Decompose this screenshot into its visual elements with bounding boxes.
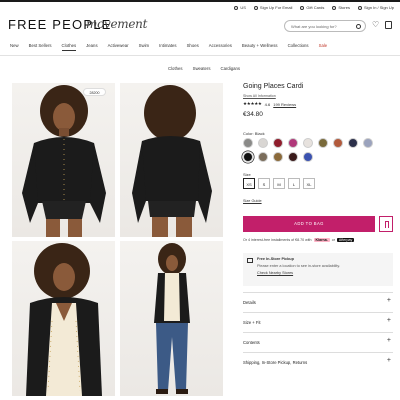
product-photo-front[interactable]: [12, 83, 115, 237]
nav-sale[interactable]: Sale: [319, 43, 328, 51]
installments-info: Or 4 interest-free installments of €8.70…: [243, 238, 355, 242]
search-icon[interactable]: [356, 23, 361, 29]
size-label: Size: [243, 172, 251, 177]
afterpay-logo[interactable]: Afterpay: [336, 238, 355, 242]
nav-best-sellers[interactable]: Best Sellers: [29, 43, 52, 51]
color-swatch[interactable]: [288, 138, 298, 148]
breadcrumb-cardigans[interactable]: Cardigans: [221, 66, 241, 71]
region-selector[interactable]: US: [234, 5, 246, 10]
nav-new[interactable]: New: [10, 43, 19, 51]
signin-link[interactable]: Sign In / Sign Up: [357, 5, 394, 10]
utility-bar: US Sign Up For Email Gift Cards Stores S…: [234, 5, 394, 10]
signup-email-link[interactable]: Sign Up For Email: [253, 5, 292, 10]
nav-collections[interactable]: Collections: [288, 43, 309, 51]
size-options: XS S M L XL: [243, 178, 315, 189]
main-nav: New Best Sellers Clothes Jeans Activewea…: [10, 43, 327, 51]
breadcrumb-sweaters[interactable]: Sweaters: [193, 66, 211, 71]
plus-icon: +: [386, 337, 391, 344]
klarna-logo[interactable]: Klarna.: [313, 238, 330, 242]
accordion-shipping[interactable]: Shipping, In-Store Pickup, Returns +: [243, 352, 393, 370]
stores-link[interactable]: Stores: [332, 5, 350, 10]
product-title: Going Places Cardi: [243, 83, 304, 90]
color-swatch[interactable]: [273, 152, 283, 162]
accordion-contents[interactable]: Contents +: [243, 332, 393, 350]
gift-cards-link[interactable]: Gift Cards: [300, 5, 324, 10]
breadcrumb: Clothes Sweaters Cardigans: [168, 66, 240, 71]
location-icon: [332, 5, 337, 10]
color-swatch[interactable]: [243, 138, 253, 148]
nav-jeans[interactable]: Jeans: [86, 43, 97, 51]
accordion-details[interactable]: Details +: [243, 292, 393, 310]
check-nearby-stores-link[interactable]: Check Nearby Stores: [257, 271, 387, 275]
store-icon: [247, 258, 253, 263]
product-photo-styled[interactable]: [12, 241, 115, 396]
nav-accessories[interactable]: Accessories: [209, 43, 232, 51]
color-swatch[interactable]: [258, 138, 268, 148]
add-to-bag-button[interactable]: ADD TO BAG: [243, 216, 375, 232]
nav-intimates[interactable]: Intimates: [159, 43, 176, 51]
breadcrumb-clothes[interactable]: Clothes: [168, 66, 183, 71]
user-icon: [357, 5, 362, 10]
pickup-description: Please enter a location to see in-store …: [257, 264, 341, 268]
nav-clothes[interactable]: Clothes: [61, 43, 77, 51]
globe-icon: [234, 5, 239, 10]
color-swatch[interactable]: [303, 152, 313, 162]
size-option[interactable]: S: [258, 178, 270, 189]
plus-icon: +: [386, 357, 391, 364]
photo-badge[interactable]: 28200: [83, 88, 106, 96]
color-swatch[interactable]: [243, 152, 253, 162]
nav-divider: [0, 55, 400, 56]
product-photo-back[interactable]: [120, 83, 223, 237]
size-option[interactable]: XS: [243, 178, 255, 189]
color-swatch[interactable]: [363, 138, 373, 148]
movement-logo[interactable]: movement: [86, 17, 147, 31]
show-all-information-link[interactable]: Show All Information: [243, 94, 276, 98]
size-guide-link[interactable]: Size Guide: [243, 199, 262, 203]
pickup-title: Free In-Store Pickup: [257, 257, 294, 261]
color-swatch[interactable]: [288, 152, 298, 162]
mail-icon: [253, 5, 258, 10]
color-swatch[interactable]: [273, 138, 283, 148]
size-option[interactable]: XL: [303, 178, 315, 189]
product-photo-full-body[interactable]: [120, 241, 223, 396]
product-rating: ★★★★★ 4.6 199 Reviews: [243, 101, 296, 107]
color-swatch[interactable]: [303, 138, 313, 148]
top-bar: [0, 0, 400, 2]
size-option[interactable]: M: [273, 178, 285, 189]
accordion-size-fit[interactable]: Size + Fit +: [243, 312, 393, 330]
in-store-pickup-panel: Free In-Store Pickup Please enter a loca…: [243, 253, 393, 286]
bookmark-icon: [384, 220, 389, 228]
plus-icon: +: [386, 297, 391, 304]
size-option[interactable]: L: [288, 178, 300, 189]
plus-icon: +: [386, 317, 391, 324]
color-swatch[interactable]: [348, 138, 358, 148]
nav-beauty-wellness[interactable]: Beauty + Wellness: [242, 43, 278, 51]
nav-activewear[interactable]: Activewear: [108, 43, 129, 51]
rating-stars: ★★★★★: [243, 101, 262, 106]
wishlist-button[interactable]: [379, 216, 393, 232]
reviews-link[interactable]: 199 Reviews: [273, 102, 296, 107]
search-input[interactable]: What are you looking for?: [284, 20, 366, 32]
product-price: €34.80: [243, 111, 263, 118]
header-icons: ♡: [372, 21, 392, 29]
color-swatches: [243, 138, 383, 162]
color-swatch[interactable]: [333, 138, 343, 148]
color-swatch[interactable]: [318, 138, 328, 148]
rating-value: 4.6: [264, 101, 271, 107]
nav-shoes[interactable]: Shoes: [187, 43, 199, 51]
wishlist-heart-icon[interactable]: ♡: [372, 21, 379, 29]
color-swatch[interactable]: [258, 152, 268, 162]
nav-swim[interactable]: Swim: [139, 43, 150, 51]
gift-icon: [300, 5, 305, 10]
shopping-bag-icon[interactable]: [385, 21, 392, 29]
color-label: Color: Black: [243, 131, 265, 136]
